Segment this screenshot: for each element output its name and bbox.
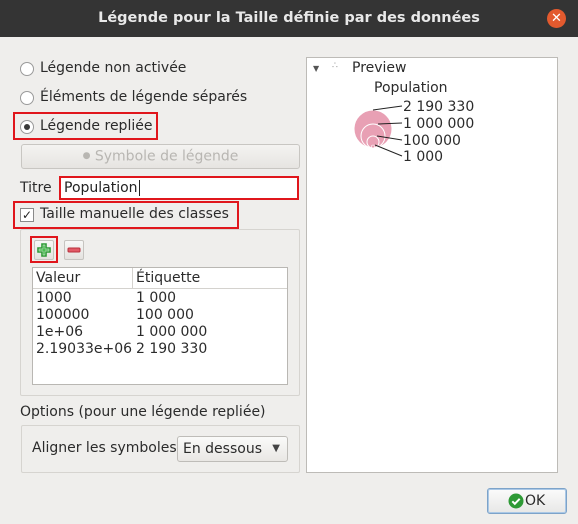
preview-class-label: 2 190 330 (403, 99, 475, 115)
radio-legend-disabled[interactable] (20, 62, 34, 76)
table-cell-value[interactable]: 1000 (36, 290, 72, 307)
table-cell-label[interactable]: 2 190 330 (136, 341, 207, 358)
close-button[interactable]: ✕ (547, 9, 566, 28)
radio-legend-separated[interactable] (20, 91, 34, 105)
add-class-button[interactable] (34, 240, 54, 260)
manual-classes-label[interactable]: Taille manuelle des classes (40, 206, 229, 222)
ok-button-label: OK (525, 493, 546, 509)
remove-class-button[interactable] (64, 240, 84, 260)
symbol-circle-1000 (371, 144, 375, 149)
title-input-value: Population (64, 180, 138, 196)
preview-class-label: 1 000 (403, 149, 444, 165)
manual-classes-checkbox[interactable]: ✓ (20, 208, 34, 222)
check-circle-icon (508, 493, 524, 509)
table-cell-value[interactable]: 1e+06 (36, 324, 83, 341)
table-cell-label[interactable]: 1 000 (136, 290, 176, 307)
preview-class-label: 1 000 000 (403, 116, 475, 132)
align-symbols-select[interactable]: En dessous ▼ (177, 436, 288, 462)
legend-node-icon: ∴ (332, 61, 338, 71)
preview-legend-title: Population (374, 80, 448, 96)
leader-line-2190330 (372, 105, 403, 111)
ok-button[interactable]: OK (487, 488, 567, 514)
radio-legend-disabled-label[interactable]: Légende non activée (40, 60, 186, 76)
check-icon: ✓ (21, 208, 33, 222)
title-bar: Légende pour la Taille définie par des d… (0, 0, 578, 37)
preview-root-label: Preview (352, 60, 407, 76)
plus-icon (37, 243, 51, 257)
leader-line-1000 (374, 144, 403, 157)
table-cell-value[interactable]: 2.19033e+06 (36, 341, 132, 358)
table-cell-label[interactable]: 100 000 (136, 307, 194, 324)
radio-legend-collapsed[interactable] (20, 120, 34, 134)
text-cursor (138, 180, 140, 196)
radio-legend-separated-label[interactable]: Éléments de légende séparés (40, 89, 247, 105)
preview-panel: ▼ ∴ Preview Population 2 190 330 1 000 0… (306, 57, 558, 473)
options-heading: Options (pour une légende repliée) (20, 404, 266, 420)
chevron-down-icon: ▼ (272, 443, 280, 454)
preview-class-label: 100 000 (403, 133, 461, 149)
table-cell-label[interactable]: 1 000 000 (136, 324, 207, 341)
title-input[interactable]: Population (59, 176, 299, 200)
legend-symbol-button-label: Symbole de légende (94, 148, 239, 165)
align-symbols-value: En dessous (183, 441, 262, 457)
column-header-value[interactable]: Valeur (33, 268, 133, 289)
collapse-arrow-icon[interactable]: ▼ (313, 64, 319, 73)
symbol-dot-icon: ● (82, 151, 91, 161)
align-symbols-label: Aligner les symboles (32, 440, 177, 456)
classes-table[interactable]: Valeur Étiquette 1000 1 000 100000 100 0… (32, 267, 288, 385)
title-label: Titre (20, 180, 52, 196)
radio-legend-collapsed-label[interactable]: Légende repliée (40, 118, 152, 134)
window-title: Légende pour la Taille définie par des d… (98, 10, 480, 26)
legend-symbol-button[interactable]: ● Symbole de légende (21, 144, 300, 169)
close-icon: ✕ (551, 11, 562, 26)
table-cell-value[interactable]: 100000 (36, 307, 89, 324)
column-header-label[interactable]: Étiquette (133, 268, 287, 289)
minus-icon (67, 247, 81, 253)
